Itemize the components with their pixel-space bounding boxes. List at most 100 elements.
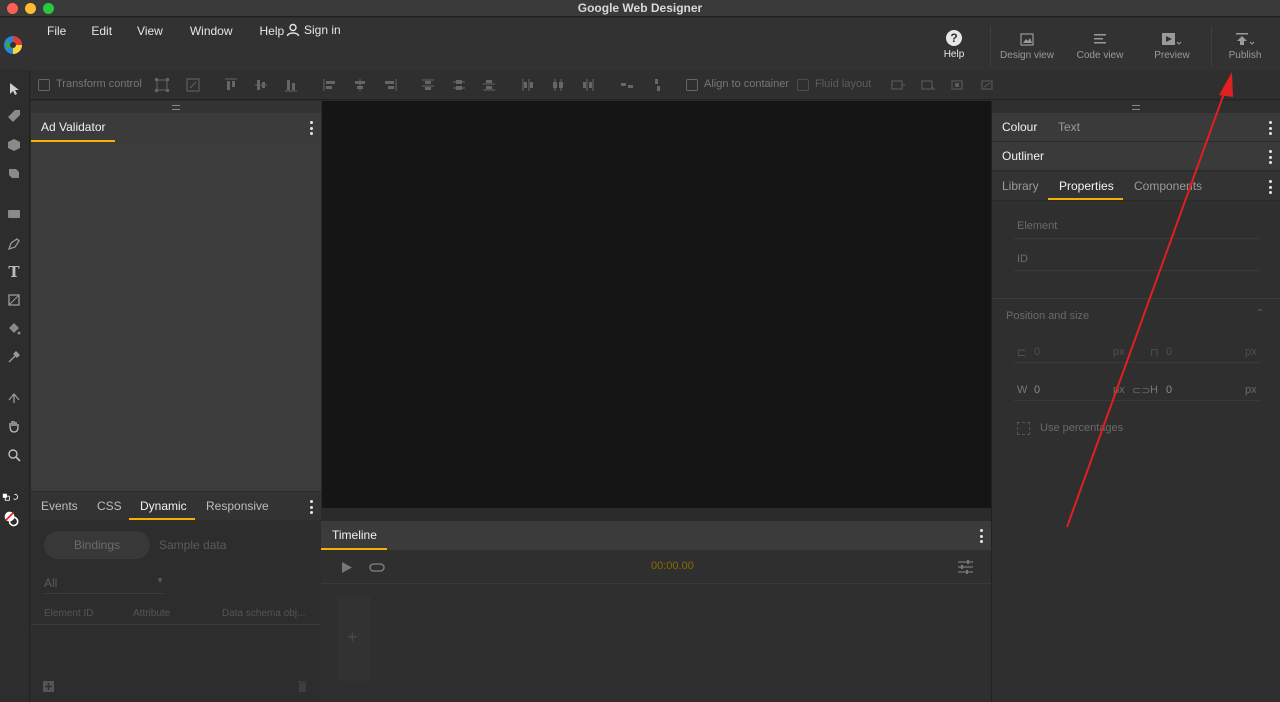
- menu-file[interactable]: File: [38, 24, 75, 38]
- eyedropper-tool-icon[interactable]: [5, 348, 23, 366]
- 3d-rotation-tool-icon[interactable]: [5, 164, 23, 182]
- design-view-button[interactable]: Design view: [992, 30, 1062, 61]
- x-position-icon: ⊏: [1017, 347, 1027, 359]
- header-divider: [990, 26, 991, 66]
- colour-text-tabbar: Colour Text: [992, 113, 1280, 142]
- sample-data-toggle[interactable]: Sample data: [159, 538, 226, 552]
- outliner-menu-icon[interactable]: [1268, 150, 1272, 164]
- add-binding-icon[interactable]: [43, 681, 54, 692]
- hand-tool-icon[interactable]: [5, 417, 23, 435]
- element-label: Element: [1017, 220, 1058, 232]
- colour-panel-menu-icon[interactable]: [1268, 121, 1272, 135]
- title-bar: Google Web Designer: [0, 0, 1280, 17]
- responsive-shrink-icon[interactable]: [920, 77, 936, 93]
- y-position-value[interactable]: 0: [1166, 346, 1172, 358]
- tab-text[interactable]: Text: [1058, 120, 1080, 134]
- tab-library[interactable]: Library: [1002, 179, 1039, 193]
- swap-colors-icon[interactable]: [2, 488, 20, 506]
- distribute-center-icon[interactable]: [550, 77, 566, 93]
- pen-tool-icon[interactable]: [5, 235, 23, 253]
- align-left-icon[interactable]: [322, 77, 338, 93]
- left-panel-resize-grip[interactable]: [31, 101, 321, 113]
- design-view-icon: [1020, 32, 1034, 46]
- tab-properties[interactable]: Properties: [1059, 179, 1114, 193]
- publish-label: Publish: [1228, 50, 1262, 61]
- timeline-settings-icon[interactable]: [957, 559, 974, 575]
- use-percentages-checkbox[interactable]: [1017, 422, 1030, 435]
- shape-tool-icon[interactable]: [5, 291, 23, 309]
- tab-components[interactable]: Components: [1134, 179, 1202, 193]
- position-size-label: Position and size: [1006, 310, 1090, 322]
- distribute-bottom-icon[interactable]: [481, 77, 497, 93]
- zoom-tool-icon[interactable]: [5, 446, 23, 464]
- align-to-container-checkbox[interactable]: [686, 79, 698, 91]
- active-tab-indicator: [1048, 198, 1123, 200]
- tab-ad-validator[interactable]: Ad Validator: [41, 120, 105, 134]
- timeline-menu-icon[interactable]: [979, 529, 983, 543]
- label-tool-icon[interactable]: [5, 205, 23, 223]
- ad-validator-tabbar: Ad Validator: [31, 113, 321, 142]
- tab-dynamic[interactable]: Dynamic: [140, 499, 187, 513]
- code-view-button[interactable]: Code view: [1065, 30, 1135, 61]
- menu-edit[interactable]: Edit: [75, 24, 121, 38]
- tab-colour[interactable]: Colour: [1002, 120, 1037, 134]
- tab-outliner[interactable]: Outliner: [1002, 149, 1044, 163]
- bottom-panel-menu-icon[interactable]: [309, 500, 313, 514]
- stroke-fill-color-icon[interactable]: [3, 510, 21, 528]
- distribute-middle-icon[interactable]: [451, 77, 467, 93]
- x-position-value[interactable]: 0: [1034, 346, 1040, 358]
- ad-validator-menu-icon[interactable]: [309, 121, 313, 135]
- fill-tool-icon[interactable]: [5, 320, 23, 338]
- transform-control-checkbox[interactable]: [38, 79, 50, 91]
- responsive-fit-icon[interactable]: [950, 77, 966, 93]
- right-panel-resize-grip[interactable]: [992, 101, 1280, 113]
- properties-menu-icon[interactable]: [1268, 180, 1272, 194]
- menu-window[interactable]: Window: [172, 24, 242, 38]
- element-field[interactable]: [1014, 238, 1260, 239]
- height-value[interactable]: 0: [1166, 384, 1172, 396]
- tab-responsive[interactable]: Responsive: [206, 499, 269, 513]
- preview-button[interactable]: Preview: [1137, 30, 1207, 61]
- help-button[interactable]: ? Help: [936, 30, 972, 60]
- responsive-grow-icon[interactable]: [890, 77, 906, 93]
- publish-upload-icon: [1236, 33, 1255, 45]
- id-field[interactable]: [1014, 270, 1260, 271]
- width-value[interactable]: 0: [1034, 384, 1040, 396]
- align-top-icon[interactable]: [223, 77, 239, 93]
- code-view-label: Code view: [1076, 50, 1124, 61]
- publish-button[interactable]: Publish: [1210, 30, 1280, 61]
- fit-bounds-icon[interactable]: [154, 77, 170, 93]
- link-dimensions-icon[interactable]: ⊂⊃: [1132, 384, 1150, 397]
- align-bottom-icon[interactable]: [283, 77, 299, 93]
- design-stage[interactable]: [322, 101, 991, 508]
- collapse-chevron-icon[interactable]: ⌃: [1256, 308, 1264, 319]
- add-layer-icon[interactable]: +: [347, 627, 358, 648]
- align-middle-icon[interactable]: [253, 77, 269, 93]
- 3d-translation-tool-icon[interactable]: [5, 388, 23, 406]
- fluid-layout-checkbox[interactable]: [797, 79, 809, 91]
- 3d-object-tool-icon[interactable]: [5, 136, 23, 154]
- distribute-right-icon[interactable]: [580, 77, 596, 93]
- space-vertical-icon[interactable]: [649, 77, 665, 93]
- distribute-left-icon[interactable]: [520, 77, 536, 93]
- selection-tool-icon[interactable]: [5, 80, 23, 98]
- bindings-toggle[interactable]: Bindings: [44, 531, 150, 559]
- tab-timeline[interactable]: Timeline: [332, 528, 377, 542]
- tab-css[interactable]: CSS: [97, 499, 122, 513]
- scale-icon[interactable]: [185, 77, 201, 93]
- delete-binding-icon[interactable]: [298, 681, 307, 692]
- align-center-icon[interactable]: [352, 77, 368, 93]
- align-right-icon[interactable]: [382, 77, 398, 93]
- tag-tool-icon[interactable]: [5, 107, 23, 125]
- loop-icon[interactable]: [368, 561, 386, 574]
- responsive-fill-icon[interactable]: [980, 77, 996, 93]
- space-horizontal-icon[interactable]: [619, 77, 635, 93]
- sign-in-button[interactable]: Sign in: [286, 23, 341, 37]
- menu-bar: File Edit View Window Help: [38, 24, 293, 38]
- distribute-top-icon[interactable]: [420, 77, 436, 93]
- menu-view[interactable]: View: [121, 24, 172, 38]
- tab-events[interactable]: Events: [41, 499, 78, 513]
- filter-dropdown[interactable]: All ▼: [44, 576, 164, 594]
- text-tool-icon[interactable]: T: [5, 263, 23, 281]
- play-icon[interactable]: [341, 561, 353, 574]
